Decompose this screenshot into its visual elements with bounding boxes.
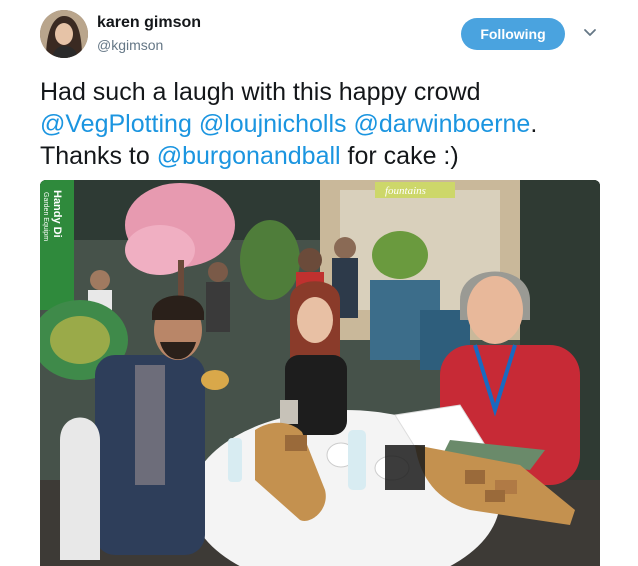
photo-sign-text: fountains bbox=[385, 185, 426, 197]
following-button[interactable]: Following bbox=[461, 18, 565, 50]
photo-banner-text: Handy Di bbox=[51, 190, 63, 238]
mention-darwinboerne[interactable]: @darwinboerne bbox=[353, 110, 530, 138]
avatar[interactable] bbox=[40, 10, 88, 58]
tweet-photo[interactable]: fountains Handy Di Garden Equipm bbox=[40, 180, 600, 566]
chevron-down-icon[interactable] bbox=[583, 26, 597, 40]
photo-scene: fountains Handy Di Garden Equipm bbox=[40, 180, 600, 566]
tweet-text-part1: Had such a laugh with this happy crowd bbox=[40, 78, 481, 106]
author-name[interactable]: karen gimson bbox=[97, 14, 201, 32]
tweet-text: Had such a laugh with this happy crowd @… bbox=[40, 76, 610, 172]
author-handle[interactable]: @kgimson bbox=[97, 37, 163, 53]
mention-burgonandball[interactable]: @burgonandball bbox=[157, 142, 341, 170]
tweet-text-part3: for cake :) bbox=[340, 142, 459, 170]
photo-banner-sub: Garden Equipm bbox=[42, 192, 49, 241]
mention-loujnicholls[interactable]: @loujnicholls bbox=[199, 110, 347, 138]
mention-vegplotting[interactable]: @VegPlotting bbox=[40, 110, 192, 138]
avatar-image bbox=[40, 10, 88, 58]
